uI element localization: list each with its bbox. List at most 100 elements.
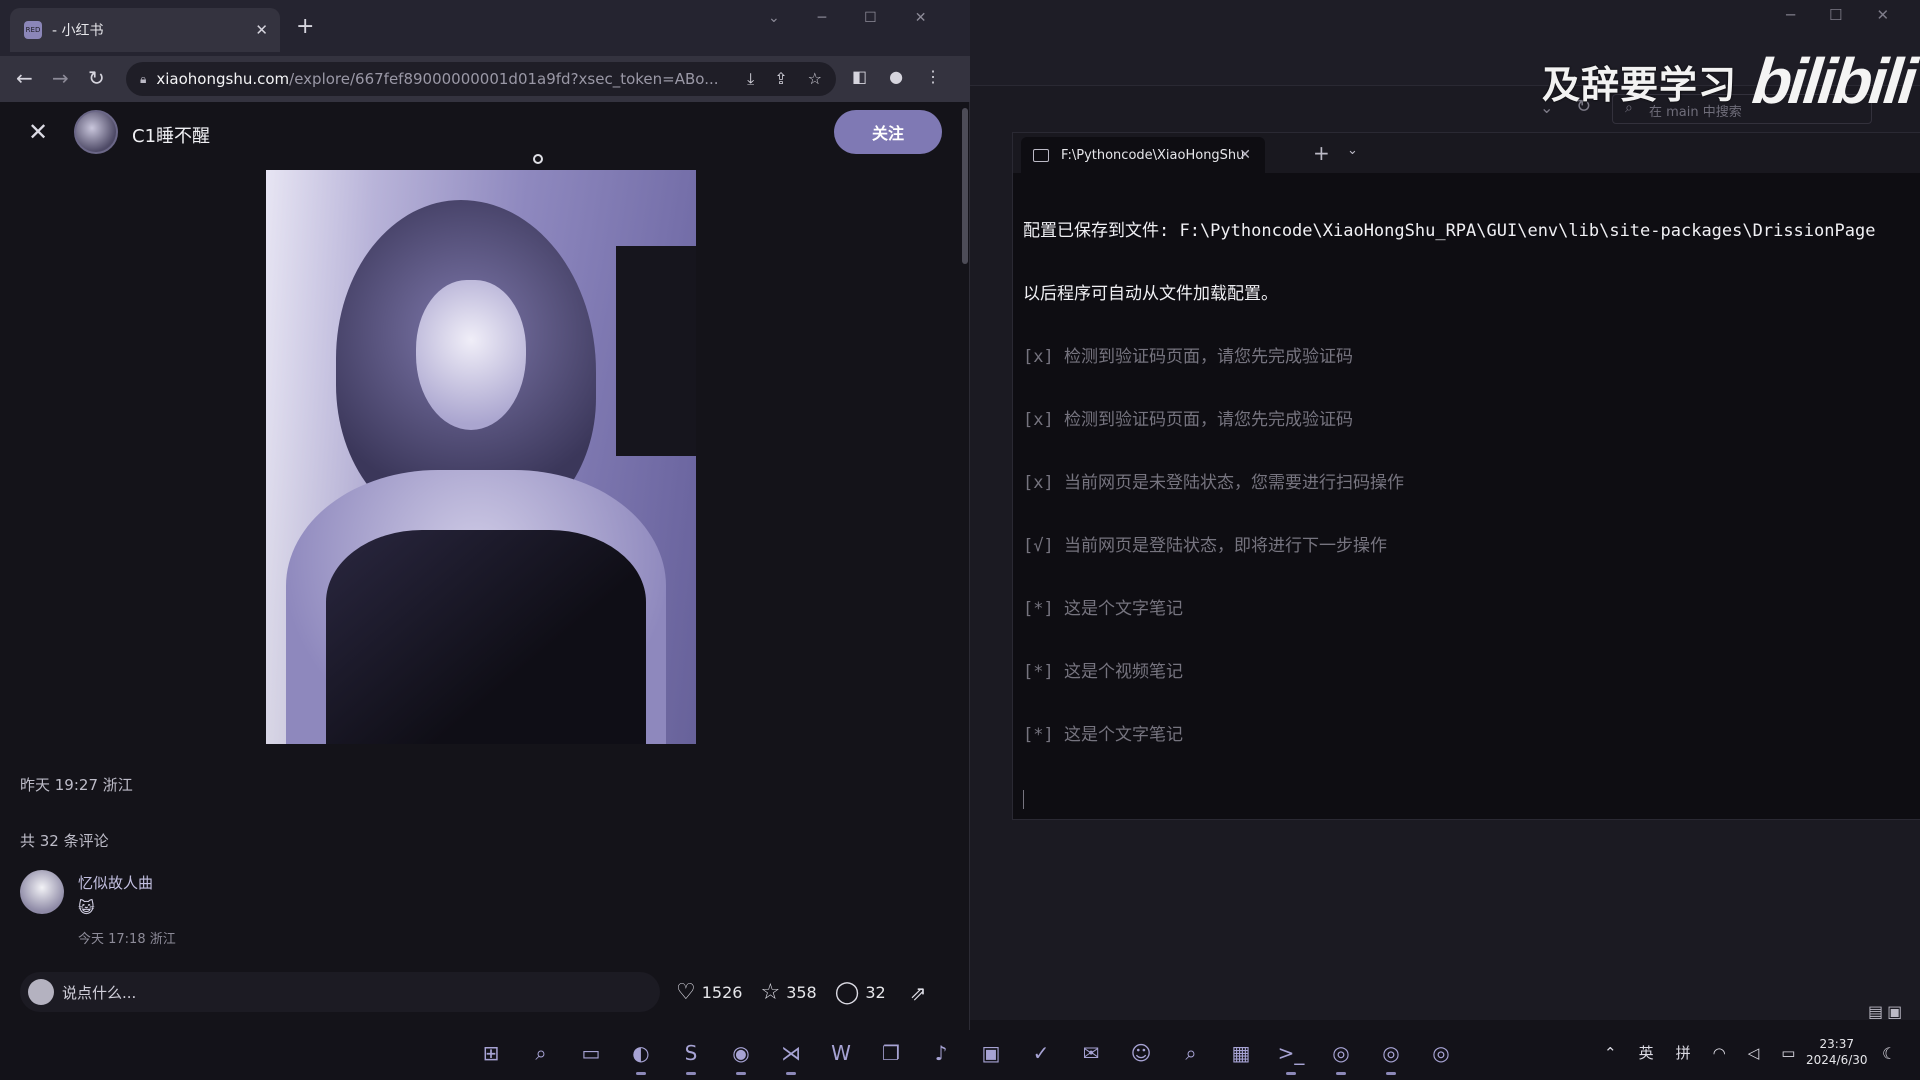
clock[interactable]: 23:37 2024/6/30: [1806, 1036, 1868, 1068]
camera-icon[interactable]: ▣: [974, 1036, 1008, 1070]
terminal-icon: [1033, 148, 1049, 162]
scrollbar[interactable]: [962, 108, 968, 264]
window-controls: ⌄ ─ ☐ ✕: [768, 10, 926, 26]
edge-browser-icon[interactable]: ◐: [624, 1036, 658, 1075]
bookmark-star-icon[interactable]: ☆: [808, 69, 822, 89]
terminal-tab[interactable]: F:\Pythoncode\XiaoHongShu ✕: [1021, 137, 1265, 173]
notification-icon[interactable]: ☾: [1882, 1044, 1896, 1063]
volume-icon[interactable]: ◁: [1748, 1044, 1760, 1062]
everything-search-icon[interactable]: ⌕: [1174, 1036, 1208, 1070]
comment-user-name[interactable]: 忆似故人曲: [78, 872, 153, 893]
follow-button[interactable]: 关注: [834, 110, 942, 154]
sublime-icon[interactable]: S: [674, 1036, 708, 1075]
terminal-tabbar: F:\Pythoncode\XiaoHongShu ✕ + ⌄: [1013, 133, 1920, 173]
close-icon[interactable]: ✕: [1876, 6, 1889, 24]
url-path: /explore/667fef89000000001d01a9fd?xsec_t…: [289, 70, 719, 88]
comment-time: 今天 17:18 浙江: [78, 932, 176, 947]
close-icon[interactable]: ✕: [1239, 147, 1251, 163]
check-app-icon[interactable]: ✓: [1024, 1036, 1058, 1070]
terminal-line: [*] 这是个文字笔记: [1023, 725, 1183, 745]
wechat-icon[interactable]: ✉: [1074, 1036, 1108, 1070]
chrome-icon[interactable]: ◎: [1324, 1036, 1358, 1075]
comment-user-avatar[interactable]: [20, 870, 64, 914]
minimize-icon[interactable]: ─: [1786, 6, 1795, 24]
battery-icon[interactable]: ▭: [1781, 1044, 1795, 1062]
heart-icon: ♡: [676, 980, 696, 1005]
like-button[interactable]: ♡ 1526: [676, 980, 742, 1005]
author-avatar[interactable]: [74, 110, 118, 154]
install-icon[interactable]: ⤓: [747, 69, 754, 89]
language-indicator[interactable]: 英: [1639, 1042, 1654, 1063]
task-view-icon[interactable]: ▭: [574, 1036, 608, 1070]
close-icon[interactable]: ✕: [255, 21, 268, 39]
comment-count: 共 32 条评论: [20, 832, 109, 850]
file-explorer-icon[interactable]: ▦: [1224, 1036, 1258, 1070]
search-icon[interactable]: ⌕: [524, 1036, 558, 1070]
video-watermark: 及辞要学习 bilibili: [1542, 44, 1918, 118]
comment-input-placeholder: 说点什么...: [62, 983, 137, 1002]
share-icon[interactable]: ⇗: [910, 981, 927, 1005]
close-icon[interactable]: ✕: [915, 10, 927, 26]
terminal-cursor: [1023, 788, 1920, 815]
collect-button[interactable]: ☆ 358: [760, 980, 816, 1005]
terminal-tab-title: F:\Pythoncode\XiaoHongShu: [1061, 147, 1245, 163]
clock-date: 2024/6/30: [1806, 1053, 1868, 1067]
browser-tab[interactable]: RED - 小红书 ✕: [10, 8, 280, 52]
window-switcher-icon[interactable]: ❐: [874, 1036, 908, 1070]
terminal-line: [√] 当前网页是登陆状态，即将进行下一步操作: [1023, 536, 1387, 556]
wifi-icon[interactable]: ◠: [1713, 1044, 1726, 1062]
plus-icon[interactable]: +: [296, 14, 314, 39]
url-host: xiaohongshu.com: [156, 70, 290, 88]
close-icon[interactable]: ✕: [28, 118, 48, 146]
bilibili-logo: bilibili: [1749, 45, 1918, 117]
grid-view-icon[interactable]: ▣: [1887, 1002, 1902, 1021]
side-panel-icon[interactable]: ◧: [852, 67, 867, 86]
url-bar[interactable]: 🔒︎ xiaohongshu.com/explore/667fef8900000…: [126, 62, 836, 96]
app-icon[interactable]: ♪: [924, 1036, 958, 1070]
interaction-bar: 说点什么... ♡ 1526 ☆ 358 ◯ 32 ⇗: [0, 962, 960, 1036]
start-icon[interactable]: ⊞: [474, 1036, 508, 1070]
qq-icon[interactable]: ☺: [1124, 1036, 1158, 1070]
back-icon[interactable]: ←: [16, 66, 33, 90]
browser-window: RED - 小红书 ✕ + ⌄ ─ ☐ ✕ ← → ↻ 🔒︎ xiaohongs…: [0, 0, 970, 1036]
maximize-icon[interactable]: ☐: [864, 10, 877, 26]
new-tab-icon[interactable]: +: [1313, 141, 1330, 165]
chrome-icon[interactable]: ◎: [1424, 1036, 1458, 1070]
post-time-location: 昨天 19:27 浙江: [20, 776, 133, 794]
xiaohongshu-favicon-icon: RED: [24, 21, 42, 39]
chrome-icon[interactable]: ◎: [1374, 1036, 1408, 1075]
omnibox-actions: ⤓ ⇪ ☆: [747, 69, 822, 89]
reload-icon[interactable]: ↻: [88, 66, 105, 90]
like-count: 1526: [701, 983, 743, 1002]
more-menu-icon[interactable]: ⋮: [925, 67, 941, 86]
chevron-up-icon[interactable]: ⌃: [1604, 1044, 1617, 1062]
maximize-icon[interactable]: ☐: [1829, 6, 1842, 24]
note-image[interactable]: [266, 170, 696, 744]
taskbar-apps: ⊞ ⌕ ▭ ◐ S ◉ ⋊ W ❐ ♪ ▣ ✓ ✉ ☺ ⌕ ▦ >_ ◎ ◎ ◎: [474, 1036, 1458, 1075]
author-name[interactable]: C1睡不醒: [132, 122, 210, 148]
minimize-icon[interactable]: ─: [818, 10, 826, 26]
ime-indicator[interactable]: 拼: [1676, 1042, 1691, 1063]
chevron-down-icon[interactable]: ⌄: [1347, 143, 1358, 158]
terminal-output[interactable]: 配置已保存到文件: F:\Pythoncode\XiaoHongShu_RPA\…: [1023, 179, 1920, 857]
watermark-text: 及辞要学习: [1542, 62, 1738, 107]
word-icon[interactable]: W: [824, 1036, 858, 1070]
lock-icon[interactable]: 🔒︎: [140, 72, 146, 87]
terminal-window: F:\Pythoncode\XiaoHongShu ✕ + ⌄ 配置已保存到文件…: [1012, 132, 1920, 820]
share-icon[interactable]: ⇪: [774, 69, 787, 89]
window-controls: ─ ☐ ✕: [1786, 6, 1889, 24]
comment-bubble-icon: ◯: [834, 980, 860, 1005]
profile-icon[interactable]: ●: [889, 67, 903, 86]
obs-icon[interactable]: ◉: [724, 1036, 758, 1075]
comment-button[interactable]: ◯ 32: [835, 980, 886, 1005]
address-toolbar: ← → ↻ 🔒︎ xiaohongshu.com/explore/667fef8…: [0, 56, 970, 102]
terminal-icon[interactable]: >_: [1274, 1036, 1308, 1075]
comment-text: 😺: [78, 898, 95, 917]
list-view-icon[interactable]: ▤: [1868, 1002, 1883, 1021]
comment-input[interactable]: 说点什么...: [20, 972, 660, 1012]
terminal-line: [x] 当前网页是未登陆状态，您需要进行扫码操作: [1023, 473, 1404, 493]
chevron-down-icon[interactable]: ⌄: [768, 10, 780, 26]
vscode-icon[interactable]: ⋊: [774, 1036, 808, 1075]
forward-icon[interactable]: →: [52, 66, 69, 90]
terminal-line: 配置已保存到文件: F:\Pythoncode\XiaoHongShu_RPA\…: [1023, 221, 1876, 241]
